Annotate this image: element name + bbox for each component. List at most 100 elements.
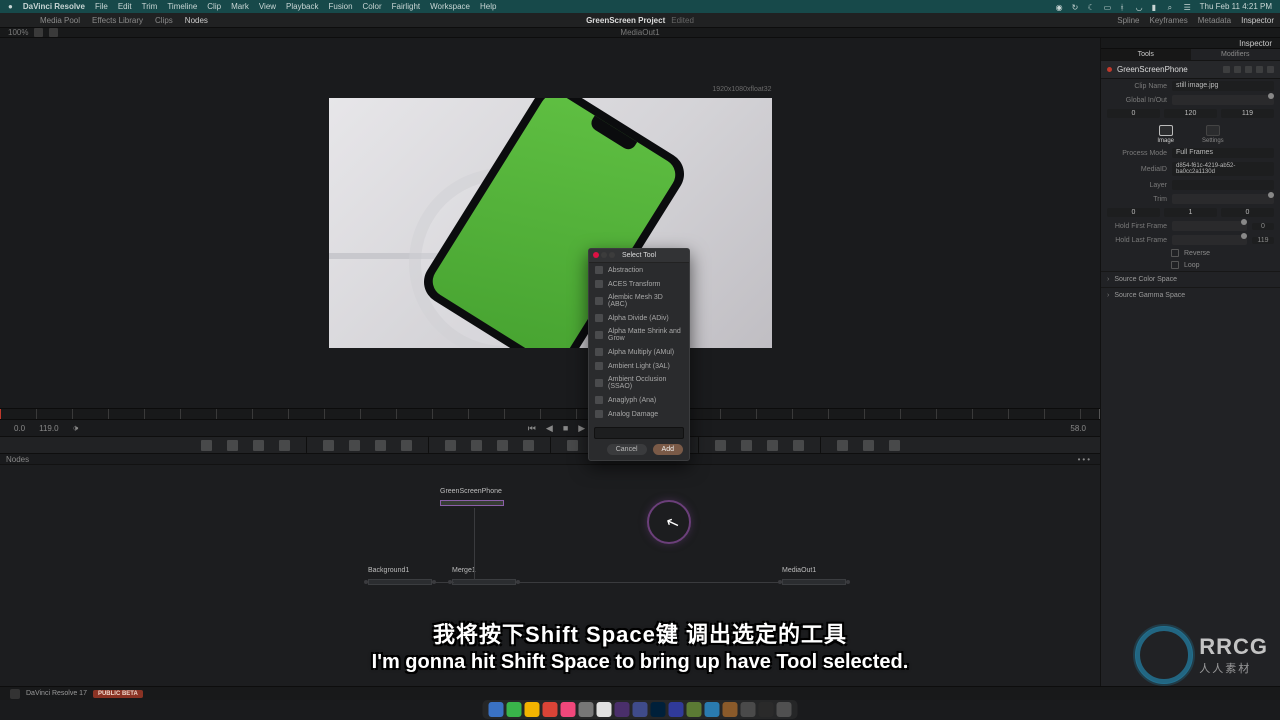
- trim-out-field[interactable]: 0: [1221, 208, 1274, 217]
- tb-icon[interactable]: [767, 440, 778, 451]
- tab-media-pool[interactable]: Media Pool: [40, 16, 80, 25]
- tab-keyframes[interactable]: Keyframes: [1150, 16, 1188, 25]
- node-port[interactable]: [516, 580, 520, 584]
- global-in-field[interactable]: 0: [1107, 109, 1160, 118]
- tab-inspector[interactable]: Inspector: [1241, 16, 1274, 25]
- tool-search-input[interactable]: [594, 427, 684, 439]
- tool-list[interactable]: Abstraction ACES Transform Alembic Mesh …: [589, 263, 689, 423]
- tb-icon[interactable]: [227, 440, 238, 451]
- tool-item[interactable]: Analog Damage: [589, 407, 689, 421]
- app-menu[interactable]: DaVinci Resolve: [23, 2, 85, 11]
- hold-last-slider[interactable]: [1172, 235, 1247, 245]
- tab-metadata[interactable]: Metadata: [1198, 16, 1231, 25]
- menu-file[interactable]: File: [95, 2, 108, 11]
- menu-edit[interactable]: Edit: [118, 2, 132, 11]
- tool-item[interactable]: Alpha Divide (ADiv): [589, 311, 689, 325]
- menu-timeline[interactable]: Timeline: [167, 2, 197, 11]
- dock-app-icon[interactable]: [615, 702, 630, 717]
- trim-dur-field[interactable]: 1: [1164, 208, 1217, 217]
- menu-mark[interactable]: Mark: [231, 2, 249, 11]
- tb-icon[interactable]: [279, 440, 290, 451]
- dock-app-icon[interactable]: [705, 702, 720, 717]
- tab-nodes[interactable]: Nodes: [185, 16, 208, 25]
- node-enabled-icon[interactable]: [1107, 67, 1112, 72]
- stop-icon[interactable]: ■: [563, 423, 568, 433]
- time-ruler[interactable]: [0, 408, 1100, 420]
- step-back-icon[interactable]: ◀: [546, 423, 553, 434]
- insp-icon[interactable]: [1245, 66, 1252, 73]
- viewer-a-icon[interactable]: [34, 28, 43, 37]
- go-start-icon[interactable]: ⏮: [528, 423, 536, 434]
- hold-first-slider[interactable]: [1172, 221, 1247, 231]
- tb-icon[interactable]: [837, 440, 848, 451]
- tb-icon[interactable]: [375, 440, 386, 451]
- tb-icon[interactable]: [253, 440, 264, 451]
- tool-item[interactable]: Ambient Occlusion (SSAO): [589, 373, 689, 393]
- dock-app-icon[interactable]: [633, 702, 648, 717]
- viewer[interactable]: 1920x1080xfloat32 Select Tool: [0, 38, 1100, 408]
- add-button[interactable]: Add: [653, 444, 683, 455]
- menu-fusion[interactable]: Fusion: [329, 2, 353, 11]
- node-port[interactable]: [778, 580, 782, 584]
- section-source-color-space[interactable]: Source Color Space: [1101, 271, 1280, 287]
- status-cc-icon[interactable]: ☰: [1184, 3, 1192, 11]
- menu-view[interactable]: View: [259, 2, 276, 11]
- loop-checkbox[interactable]: [1171, 261, 1179, 269]
- insp-icon[interactable]: [1223, 66, 1230, 73]
- zoom-level[interactable]: 100%: [8, 28, 28, 37]
- play-icon[interactable]: ▶: [578, 423, 585, 434]
- dock-app-icon[interactable]: [561, 702, 576, 717]
- menu-color[interactable]: Color: [363, 2, 382, 11]
- mediaid-field[interactable]: d854-f61c-4219-ab52-ba0cc2a1130d: [1172, 162, 1274, 176]
- node-mediaout1[interactable]: MediaOut1: [782, 577, 846, 585]
- inspector-node-header[interactable]: GreenScreenPhone: [1101, 61, 1280, 79]
- mode-image[interactable]: Image: [1157, 125, 1174, 144]
- tool-item[interactable]: Alembic Mesh 3D (ABC): [589, 291, 689, 311]
- node-background1[interactable]: Background1: [368, 577, 432, 585]
- layer-select[interactable]: [1172, 180, 1274, 190]
- hold-last-field[interactable]: 119: [1252, 237, 1274, 244]
- dock-app-icon[interactable]: [687, 702, 702, 717]
- tab-spline[interactable]: Spline: [1117, 16, 1139, 25]
- insp-icon[interactable]: [1256, 66, 1263, 73]
- tb-icon[interactable]: [497, 440, 508, 451]
- dock-app-icon[interactable]: [741, 702, 756, 717]
- tool-item[interactable]: Alpha Matte Shrink and Grow: [589, 325, 689, 345]
- node-port[interactable]: [432, 580, 436, 584]
- flow-options-icon[interactable]: •••: [1078, 455, 1092, 464]
- dock-app-icon[interactable]: [597, 702, 612, 717]
- tb-icon[interactable]: [445, 440, 456, 451]
- node-merge1[interactable]: Merge1: [452, 577, 516, 585]
- dock-app-icon[interactable]: [525, 702, 540, 717]
- insp-icon[interactable]: [1267, 66, 1274, 73]
- tb-icon[interactable]: [471, 440, 482, 451]
- tb-icon[interactable]: [793, 440, 804, 451]
- trim-slider[interactable]: [1172, 194, 1274, 204]
- dock-app-icon[interactable]: [759, 702, 774, 717]
- menu-help[interactable]: Help: [480, 2, 496, 11]
- dock-app-icon[interactable]: [669, 702, 684, 717]
- tb-icon[interactable]: [715, 440, 726, 451]
- tab-effects-library[interactable]: Effects Library: [92, 16, 143, 25]
- tool-item[interactable]: Abstraction: [589, 263, 689, 277]
- node-port[interactable]: [448, 580, 452, 584]
- playhead[interactable]: [0, 409, 1, 419]
- dock-app-icon[interactable]: [723, 702, 738, 717]
- tb-icon[interactable]: [741, 440, 752, 451]
- global-out-field[interactable]: 119: [1221, 109, 1274, 118]
- dock-app-icon[interactable]: [777, 702, 792, 717]
- home-icon[interactable]: [10, 689, 20, 699]
- node-greenscreenphone[interactable]: GreenScreenPhone: [440, 498, 504, 506]
- dock-app-icon[interactable]: [543, 702, 558, 717]
- reverse-checkbox[interactable]: [1171, 249, 1179, 257]
- tb-icon[interactable]: [201, 440, 212, 451]
- global-dur-field[interactable]: 120: [1164, 109, 1217, 118]
- menu-clip[interactable]: Clip: [207, 2, 221, 11]
- viewer-b-icon[interactable]: [49, 28, 58, 37]
- tb-icon[interactable]: [863, 440, 874, 451]
- trim-in-field[interactable]: 0: [1107, 208, 1160, 217]
- node-port[interactable]: [846, 580, 850, 584]
- mode-settings[interactable]: Settings: [1202, 125, 1224, 144]
- node-port[interactable]: [364, 580, 368, 584]
- tb-icon[interactable]: [401, 440, 412, 451]
